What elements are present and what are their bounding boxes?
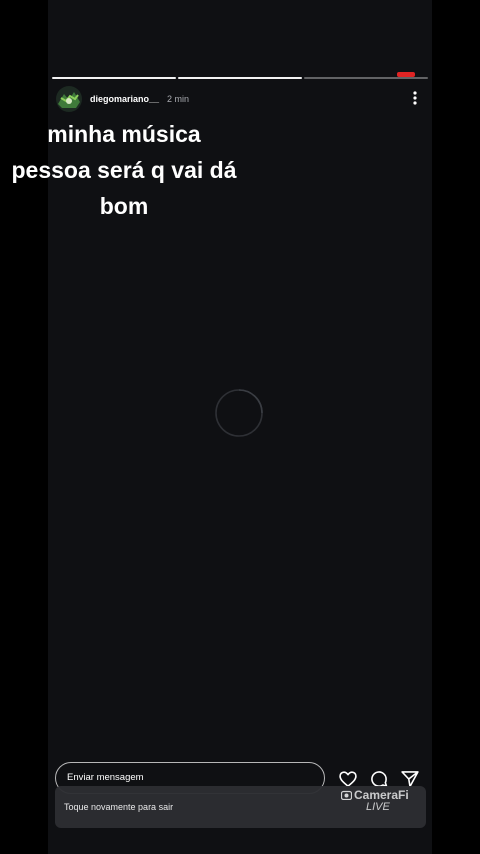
watermark-brand: CameraFi — [354, 788, 409, 802]
story-progress-bar — [52, 77, 428, 79]
progress-segment — [52, 77, 176, 79]
caption-line: bom — [99, 193, 149, 219]
loading-spinner-icon — [215, 389, 263, 437]
post-time: 2 min — [167, 94, 190, 104]
username[interactable]: diegomariano__ — [90, 94, 159, 104]
story-header: diegomariano__ 2 min — [56, 86, 426, 112]
more-vertical-icon — [413, 91, 417, 105]
camera-icon — [341, 790, 352, 800]
progress-segment — [178, 77, 302, 79]
progress-segment — [304, 77, 428, 79]
story-caption: minha música pessoa será q vai dá bom — [0, 116, 248, 224]
caption-line: pessoa será q vai dá — [11, 157, 237, 183]
recording-badge — [397, 72, 415, 77]
screen: diegomariano__ 2 min minha música pessoa… — [0, 0, 480, 854]
more-options-button[interactable] — [410, 90, 420, 106]
caption-line: minha música — [47, 121, 201, 147]
camerafi-watermark: CameraFi LIVE — [340, 788, 420, 816]
avatar[interactable] — [56, 86, 82, 112]
watermark-live: LIVE — [366, 801, 390, 813]
